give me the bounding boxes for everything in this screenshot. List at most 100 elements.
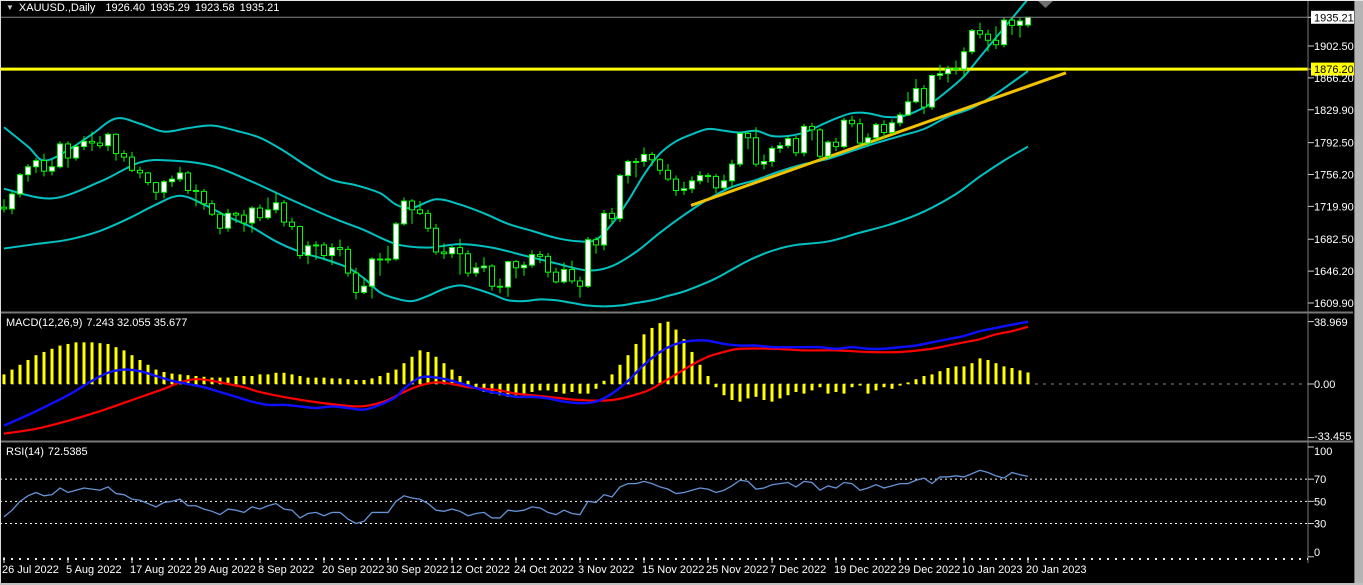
candle-body — [570, 270, 575, 281]
candle-body — [338, 248, 343, 250]
candle-body — [770, 148, 775, 161]
symbol-dropdown-icon[interactable]: ▼ — [6, 3, 14, 12]
candle-body — [634, 162, 639, 163]
svg-text:38.969: 38.969 — [1314, 317, 1348, 329]
candle-body — [370, 259, 375, 286]
candle-body — [978, 31, 983, 35]
svg-text:24 Oct 2022: 24 Oct 2022 — [514, 564, 574, 576]
candle-body — [82, 141, 87, 146]
svg-text:12 Oct 2022: 12 Oct 2022 — [450, 564, 510, 576]
candle-body — [1010, 20, 1015, 25]
candle-body — [706, 176, 711, 177]
candle-body — [890, 123, 895, 133]
candle-body — [466, 254, 471, 273]
candle-body — [138, 170, 143, 173]
candle-body — [410, 201, 415, 210]
candle-body — [362, 286, 367, 292]
candle-body — [698, 176, 703, 181]
candle-body — [18, 175, 23, 194]
candle-body — [130, 157, 135, 170]
svg-text:30 Sep 2022: 30 Sep 2022 — [386, 564, 448, 576]
candle-body — [218, 214, 223, 228]
candle-body — [282, 203, 287, 222]
candle-body — [802, 126, 807, 152]
candle-body — [610, 213, 615, 218]
candle-body — [74, 147, 79, 158]
window-left-border — [0, 0, 1, 585]
candle-body — [506, 262, 511, 287]
ohlc-open: 1926.40 — [105, 2, 145, 14]
candle-body — [882, 125, 887, 133]
candle-body — [914, 89, 919, 102]
svg-text:19 Dec 2022: 19 Dec 2022 — [834, 564, 896, 576]
macd-name: MACD(12,26,9) — [6, 317, 82, 329]
candle-body — [626, 162, 631, 176]
svg-text:26 Jul 2022: 26 Jul 2022 — [2, 564, 59, 576]
chart-window: 1935.211902.501876.201866.201829.901792.… — [0, 0, 1363, 585]
candle-body — [690, 181, 695, 189]
candle-body — [1018, 21, 1023, 25]
svg-text:17 Aug 2022: 17 Aug 2022 — [130, 564, 192, 576]
candle-body — [578, 281, 583, 286]
candle-body — [474, 268, 479, 273]
candle-body — [594, 240, 599, 245]
svg-text:1719.90: 1719.90 — [1314, 201, 1354, 213]
candle-body — [642, 154, 647, 161]
candle-body — [922, 89, 927, 107]
ohlc-high: 1935.29 — [150, 2, 190, 14]
svg-text:15 Nov 2022: 15 Nov 2022 — [642, 564, 704, 576]
candle-body — [418, 210, 423, 214]
candle-body — [826, 142, 831, 156]
candle-body — [330, 248, 335, 256]
candle-body — [202, 191, 207, 203]
candle-body — [354, 273, 359, 292]
candle-body — [898, 115, 903, 123]
candle-body — [258, 208, 263, 218]
svg-text:1646.20: 1646.20 — [1314, 266, 1354, 278]
candle-body — [754, 138, 759, 164]
candle-body — [50, 167, 55, 171]
candle-body — [586, 240, 591, 287]
candle-body — [482, 266, 487, 268]
svg-text:0.00: 0.00 — [1314, 379, 1335, 391]
candle-body — [114, 134, 119, 153]
candle-body — [154, 183, 159, 193]
candle-body — [986, 34, 991, 40]
candle-body — [458, 248, 463, 254]
svg-text:20 Sep 2022: 20 Sep 2022 — [322, 564, 384, 576]
rsi-value: 72.5385 — [48, 446, 88, 458]
svg-text:30: 30 — [1314, 519, 1326, 531]
candle-body — [90, 141, 95, 143]
svg-text:1829.90: 1829.90 — [1314, 105, 1354, 117]
svg-text:29 Aug 2022: 29 Aug 2022 — [194, 564, 256, 576]
candle-body — [514, 262, 519, 268]
candle-body — [266, 210, 271, 218]
candle-body — [522, 265, 527, 268]
svg-text:5 Aug 2022: 5 Aug 2022 — [66, 564, 122, 576]
candle-body — [538, 255, 543, 257]
candle-body — [450, 248, 455, 254]
candle-body — [530, 255, 535, 266]
candle-body — [498, 286, 503, 287]
candle-body — [834, 142, 839, 146]
candle-body — [250, 208, 255, 223]
candle-body — [970, 31, 975, 52]
candle-body — [650, 154, 655, 159]
candle-body — [738, 133, 743, 164]
candle-body — [66, 144, 71, 158]
svg-text:100: 100 — [1314, 446, 1332, 458]
candle-body — [122, 154, 127, 158]
candle-body — [34, 161, 39, 167]
rsi-name: RSI(14) — [6, 446, 44, 458]
candle-body — [378, 259, 383, 260]
candle-body — [794, 139, 799, 153]
candle-body — [178, 173, 183, 179]
svg-text:7 Dec 2022: 7 Dec 2022 — [770, 564, 826, 576]
svg-text:70: 70 — [1314, 474, 1326, 486]
candle-body — [106, 134, 111, 145]
candle-body — [906, 102, 911, 115]
svg-text:8 Sep 2022: 8 Sep 2022 — [258, 564, 314, 576]
svg-text:1866.20: 1866.20 — [1314, 73, 1354, 85]
trading-chart-canvas[interactable]: 1935.211902.501876.201866.201829.901792.… — [0, 0, 1363, 585]
candle-body — [722, 181, 727, 188]
